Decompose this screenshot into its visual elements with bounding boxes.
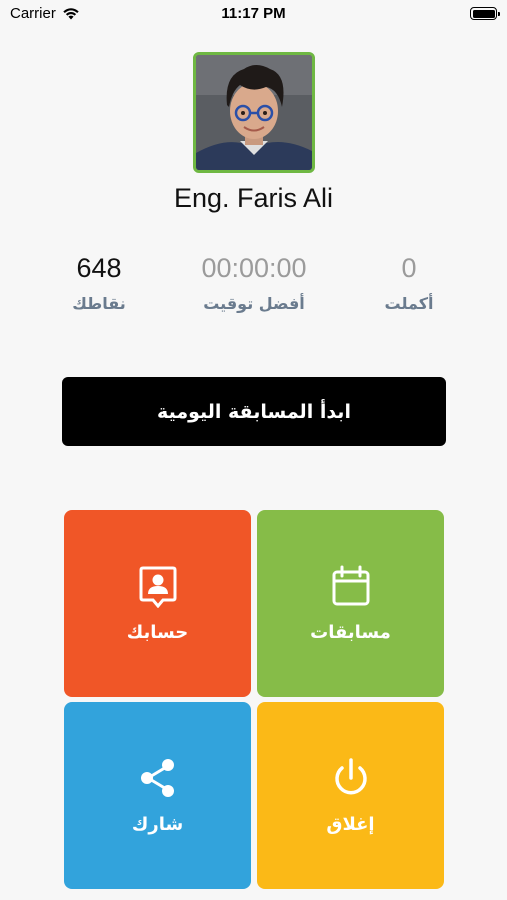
completed-label: أكملت [384, 294, 434, 313]
points-value: 648 [76, 253, 122, 283]
close-tile-button[interactable]: إغلاق [257, 702, 444, 889]
share-tile-label: شارك [131, 814, 184, 835]
calendar-icon [332, 565, 369, 606]
power-icon [334, 758, 367, 795]
battery-icon [470, 7, 500, 20]
points-label: نقاطك [72, 294, 126, 313]
profile-badge-icon [139, 566, 176, 608]
share-tile-button[interactable]: شارك [64, 702, 251, 889]
status-time: 11:17 PM [221, 5, 286, 22]
completed-value: 0 [401, 253, 417, 283]
battery-level [472, 9, 495, 18]
best-time-label: أفضل توقيت [203, 294, 305, 313]
start-daily-quiz-label: ابدأ المسابقة اليومية [157, 400, 351, 423]
status-bar: Carrier 11:17 PM [0, 0, 507, 28]
avatar[interactable] [193, 52, 315, 173]
contests-tile-button[interactable]: مسابقات [257, 510, 444, 697]
user-name: Eng. Faris Ali [173, 183, 334, 213]
share-icon [140, 759, 174, 797]
stat-completed: 0 أكملت [334, 252, 484, 313]
start-daily-quiz-button[interactable]: ابدأ المسابقة اليومية [62, 377, 446, 446]
avatar-photo [196, 55, 312, 170]
best-time-value: 00:00:00 [201, 253, 307, 283]
contests-tile-label: مسابقات [310, 622, 391, 643]
account-tile-button[interactable]: حسابك [64, 510, 251, 697]
close-tile-label: إغلاق [326, 814, 375, 835]
status-right [470, 7, 500, 20]
account-tile-label: حسابك [126, 622, 189, 643]
stat-best-time: 00:00:00 أفضل توقيت [179, 252, 329, 313]
stat-points: 648 نقاطك [24, 252, 174, 313]
